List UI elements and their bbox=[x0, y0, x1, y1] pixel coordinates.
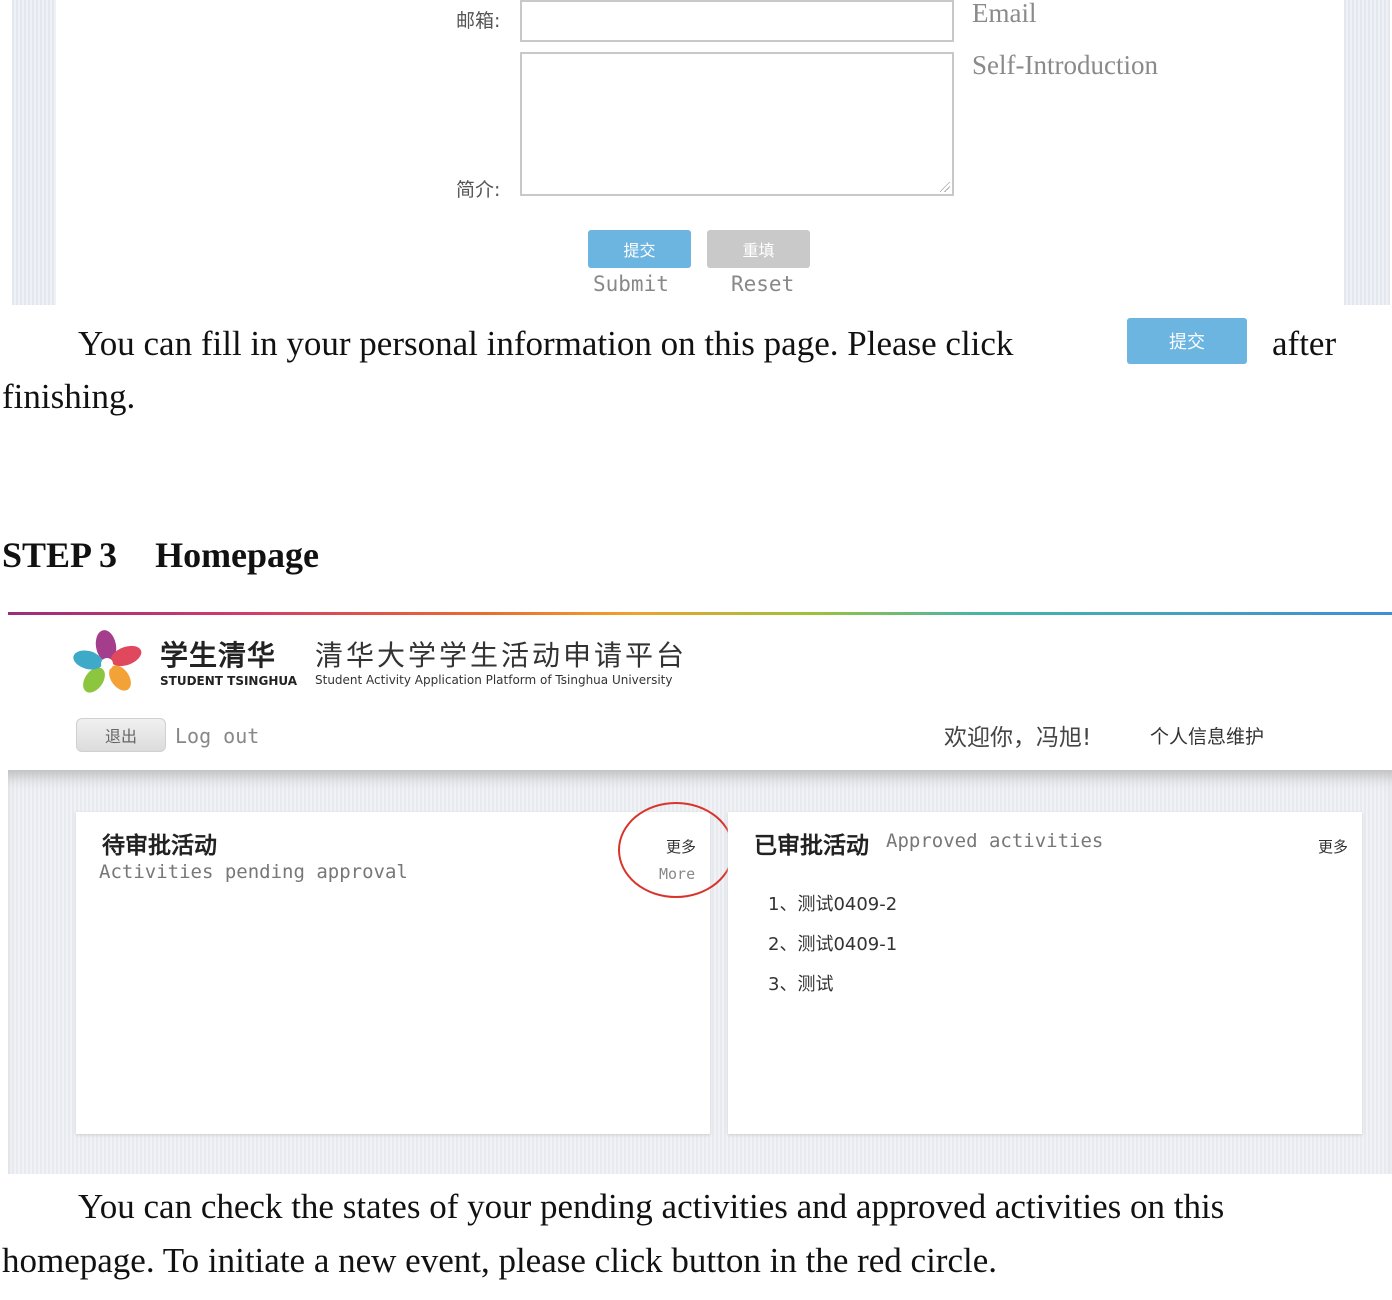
homepage-text-line2: homepage. To initiate a new event, pleas… bbox=[2, 1241, 998, 1280]
instruction-text-line2: finishing. bbox=[2, 377, 136, 416]
intro-annotation: Self-Introduction bbox=[972, 50, 1158, 80]
submit-caption: Submit bbox=[593, 272, 669, 296]
profile-settings-link[interactable]: 个人信息维护 bbox=[1150, 722, 1264, 749]
logout-caption: Log out bbox=[175, 724, 260, 748]
reset-caption: Reset bbox=[731, 272, 795, 296]
step-heading: STEP 3 Homepage bbox=[2, 534, 319, 576]
approved-item[interactable]: 3、测试 bbox=[768, 970, 833, 996]
platform-title-cn: 清华大学学生活动申请平台 bbox=[315, 639, 688, 672]
instruction-text-after: after bbox=[1272, 324, 1337, 363]
welcome-message: 欢迎你，冯旭! bbox=[944, 725, 1092, 751]
email-label: 邮箱: bbox=[456, 10, 501, 32]
page-margin-left bbox=[12, 0, 56, 305]
platform-title-en: Student Activity Application Platform of… bbox=[315, 673, 673, 687]
submit-button[interactable]: 提交 bbox=[588, 230, 691, 268]
homepage-text-line1: You can check the states of your pending… bbox=[78, 1187, 1225, 1226]
flower-logo-icon bbox=[73, 630, 142, 693]
inline-submit-button: 提交 bbox=[1127, 318, 1247, 364]
step-title: Homepage bbox=[155, 535, 320, 575]
brand-name-en: STUDENT TSINGHUA bbox=[160, 674, 298, 688]
approved-item[interactable]: 2、测试0409-1 bbox=[768, 930, 897, 956]
email-annotation: Email bbox=[972, 0, 1037, 28]
profile-form-screenshot: 邮箱: Email 简介: Self-Introduction 提交 重填 Su… bbox=[0, 0, 1392, 310]
logout-button[interactable]: 退出 bbox=[76, 718, 166, 752]
step-number: STEP 3 bbox=[2, 535, 118, 575]
approved-panel-subtitle: Approved activities bbox=[886, 830, 1104, 852]
approved-item[interactable]: 1、测试0409-2 bbox=[768, 890, 897, 916]
highlight-circle bbox=[618, 802, 734, 898]
intro-label: 简介: bbox=[456, 179, 501, 201]
header-color-bar bbox=[8, 612, 1392, 615]
pending-panel-subtitle: Activities pending approval bbox=[99, 861, 408, 883]
intro-textarea[interactable] bbox=[520, 52, 954, 196]
approved-panel-title: 已审批活动 bbox=[754, 833, 869, 859]
reset-button[interactable]: 重填 bbox=[707, 230, 810, 268]
page-margin-right bbox=[1344, 0, 1390, 305]
email-field[interactable] bbox=[520, 0, 954, 42]
pending-panel-title: 待审批活动 bbox=[102, 833, 217, 859]
instruction-text-line1: You can fill in your personal informatio… bbox=[78, 324, 1014, 363]
homepage-screenshot: 学生清华 STUDENT TSINGHUA 清华大学学生活动申请平台 Stude… bbox=[8, 612, 1392, 1174]
approved-more-link[interactable]: 更多 bbox=[1318, 836, 1348, 857]
resize-grip-icon[interactable] bbox=[940, 182, 950, 192]
brand-name-cn: 学生清华 bbox=[160, 639, 277, 672]
